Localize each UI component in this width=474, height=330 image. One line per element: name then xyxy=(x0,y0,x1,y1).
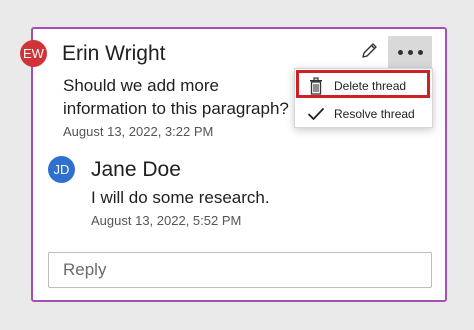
edit-comment-button[interactable] xyxy=(356,38,384,66)
author-avatar: EW xyxy=(20,40,47,67)
author-name: Erin Wright xyxy=(62,42,166,65)
reply-timestamp: August 13, 2022, 5:52 PM xyxy=(91,213,242,228)
menu-item-resolve-thread[interactable]: Resolve thread xyxy=(295,100,432,128)
reply-input[interactable] xyxy=(48,252,432,288)
more-options-icon xyxy=(397,49,423,55)
menu-item-delete-thread[interactable]: Delete thread xyxy=(295,72,432,100)
thread-options-menu: Delete thread Resolve thread xyxy=(294,68,433,128)
author-timestamp: August 13, 2022, 3:22 PM xyxy=(63,124,214,139)
pencil-icon xyxy=(360,40,380,65)
author-message: Should we add more information to this p… xyxy=(63,76,289,118)
trash-icon xyxy=(304,77,328,95)
menu-item-label: Resolve thread xyxy=(334,107,415,121)
reply-message: I will do some research. xyxy=(91,188,270,207)
checkmark-icon xyxy=(304,106,328,122)
more-options-button[interactable] xyxy=(388,36,432,68)
reply-avatar: JD xyxy=(48,156,75,183)
reply-author-name: Jane Doe xyxy=(91,158,181,181)
menu-item-label: Delete thread xyxy=(334,79,407,93)
